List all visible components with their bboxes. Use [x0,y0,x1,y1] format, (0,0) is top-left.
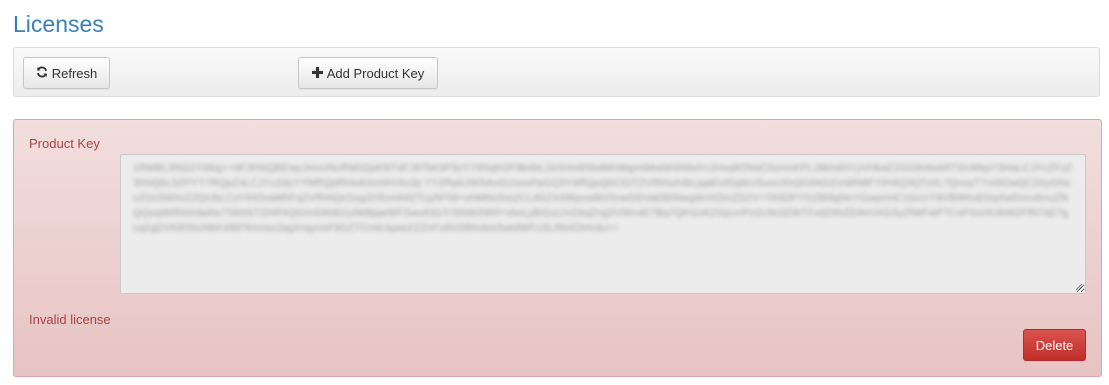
add-product-key-button[interactable]: Add Product Key [298,57,438,89]
add-product-key-label: Add Product Key [326,65,425,81]
product-key-label: Product Key [29,136,100,151]
plus-icon [311,66,323,80]
toolbar: Refresh Add Product Key [13,47,1100,97]
product-key-textarea[interactable]: 1RMBL3NG2Yt9kg++9F3hNQBEiayJmvUNvRM0ZpKl… [120,154,1086,294]
resize-grip-icon[interactable] [1075,283,1083,291]
license-panel: Product Key 1RMBL3NG2Yt9kg++9F3hNQBEiayJ… [13,119,1102,377]
refresh-label: Refresh [51,65,98,81]
page-title: Licenses [13,11,104,37]
delete-button[interactable]: Delete [1023,329,1086,361]
refresh-icon [36,66,48,80]
product-key-value: 1RMBL3NG2Yt9kg++9F3hNQBEiayJmvUNvRM0ZpKl… [133,163,1073,234]
refresh-button[interactable]: Refresh [23,57,110,89]
license-status-text: Invalid license [29,312,111,327]
